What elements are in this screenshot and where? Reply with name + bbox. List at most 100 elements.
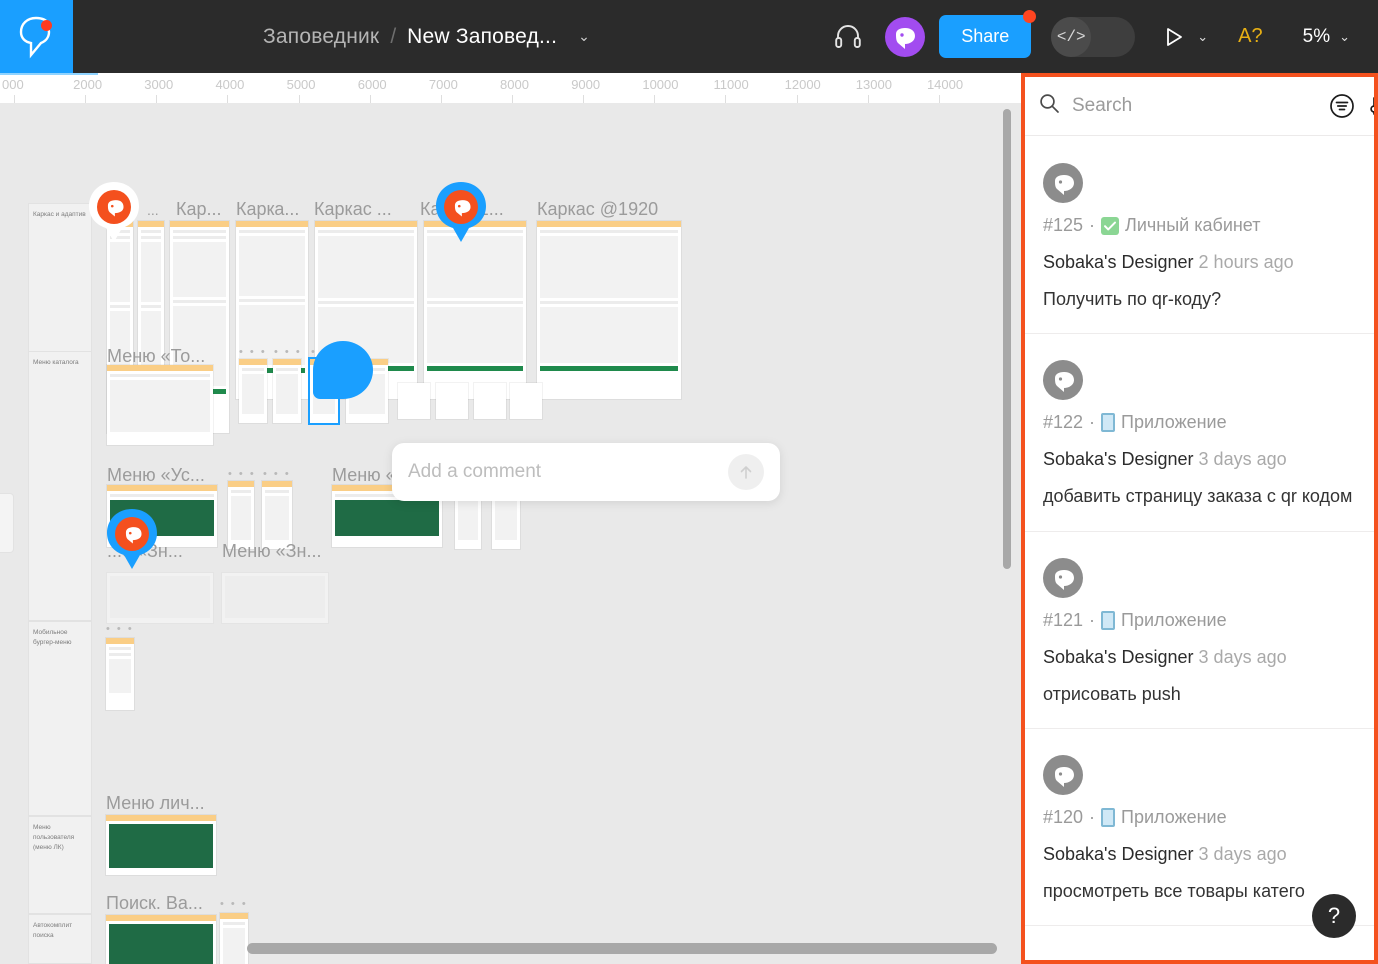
artboard-thumbnail[interactable] xyxy=(106,815,216,875)
ruler-tick-mark xyxy=(227,95,229,103)
user-avatar[interactable] xyxy=(885,16,926,57)
avatar-dog-icon xyxy=(896,27,916,49)
frame-dots-icon: • • • xyxy=(220,898,248,910)
avatar-dog-icon xyxy=(1055,372,1074,393)
zoom-control[interactable]: 5% ⌄ xyxy=(1303,26,1350,48)
sliders-icon[interactable] xyxy=(1367,94,1374,118)
left-panel-handle[interactable] xyxy=(0,493,14,553)
comment-item[interactable]: #125 · Личный кабинет Sobaka's Designer 2 h… xyxy=(1025,137,1374,335)
comment-avatar xyxy=(1043,754,1083,795)
board-title[interactable]: ... xyxy=(147,202,159,218)
avatar-dog-icon xyxy=(454,200,471,217)
avatar-dog-icon xyxy=(1055,766,1074,787)
comment-pin[interactable] xyxy=(87,181,141,243)
ruler-tick-label: 14000 xyxy=(926,77,964,92)
comment-time: 3 days ago xyxy=(1198,449,1287,470)
artboard-thumbnail[interactable] xyxy=(228,481,254,549)
comment-item[interactable]: #121 · Приложение Sobaka's Designer 3 days … xyxy=(1025,532,1374,729)
ruler-tick-mark xyxy=(156,95,158,103)
add-comment-placeholder[interactable]: Add a comment xyxy=(408,461,728,483)
board-title[interactable]: Кар... xyxy=(176,199,222,220)
artboard-thumbnail[interactable] xyxy=(262,481,292,549)
vertical-scrollbar-thumb[interactable] xyxy=(1003,109,1011,569)
comment-author-line: Sobaka's Designer 3 days ago xyxy=(1043,647,1356,668)
board-title[interactable]: Меню лич... xyxy=(106,793,205,814)
search-input[interactable] xyxy=(1072,95,1317,117)
artboard-thumbnail-faded[interactable] xyxy=(107,573,213,623)
section-label: Автокомплит поиска xyxy=(33,922,73,939)
artboard-thumbnail[interactable] xyxy=(107,365,213,445)
comment-item[interactable]: #122 · Приложение Sobaka's Designer 3 days … xyxy=(1025,334,1374,532)
board-title[interactable]: Каркa... xyxy=(236,199,299,220)
board-title[interactable]: Меню «Зн... xyxy=(222,541,321,562)
comments-list[interactable]: #125 · Личный кабинет Sobaka's Designer 2 h… xyxy=(1025,137,1374,960)
comment-board-name: Личный кабинет xyxy=(1125,215,1261,235)
comment-meta: #121 · Приложение xyxy=(1043,610,1356,631)
help-button[interactable]: ? xyxy=(1312,894,1356,938)
ruler-tick-mark xyxy=(512,95,514,103)
artboard-thumbnail-faded[interactable] xyxy=(222,573,328,623)
board-title[interactable]: Меню «То... xyxy=(107,346,205,367)
share-button-label: Share xyxy=(961,26,1010,46)
sort-filter-icon[interactable] xyxy=(1329,93,1355,119)
artboard-thumbnail[interactable] xyxy=(220,913,248,964)
avatar-dog-icon xyxy=(1055,569,1074,590)
breadcrumb-current[interactable]: New Заповед... xyxy=(407,25,557,49)
design-canvas[interactable]: Каркас и адаптив Меню каталога Мобильное… xyxy=(0,103,1021,964)
send-comment-button[interactable] xyxy=(728,454,764,490)
comment-time: 3 days ago xyxy=(1198,646,1287,667)
comment-pin-avatar xyxy=(444,190,478,224)
board-title[interactable]: Поиск. Ва... xyxy=(106,893,203,914)
comment-body: добавить страницу заказа с qr кодом xyxy=(1043,486,1353,507)
chevron-down-icon[interactable]: ⌄ xyxy=(578,28,590,45)
accessibility-button[interactable]: A? xyxy=(1238,25,1262,48)
breadcrumb: Заповедник / New Заповед... ⌄ xyxy=(263,0,590,73)
artboard-thumbnail[interactable] xyxy=(436,383,468,419)
comments-search-bar xyxy=(1025,77,1374,136)
board-title[interactable]: Меню «Ус... xyxy=(107,465,205,486)
artboard-thumbnail[interactable] xyxy=(510,383,542,419)
ruler-tick-mark xyxy=(938,95,940,103)
phone-chip-icon xyxy=(1101,807,1116,827)
vertical-scrollbar[interactable] xyxy=(1001,109,1013,669)
headset-button[interactable] xyxy=(821,0,875,73)
comment-pin-selected[interactable] xyxy=(313,341,373,399)
board-title[interactable]: Каркас @1920 xyxy=(537,199,658,220)
artboard-thumbnail[interactable] xyxy=(537,221,681,399)
section-label: Меню пользователя (меню ЛК) xyxy=(33,824,75,851)
comment-pin[interactable] xyxy=(434,181,488,243)
breadcrumb-separator: / xyxy=(390,24,397,48)
board-title[interactable]: Каркас ... xyxy=(314,199,392,220)
speech-bubble-logo-icon xyxy=(15,15,59,59)
share-button[interactable]: Share xyxy=(939,10,1037,58)
chevron-down-icon[interactable]: ⌄ xyxy=(1339,29,1350,45)
artboard-thumbnail[interactable] xyxy=(106,638,134,710)
comment-board-name: Приложение xyxy=(1121,412,1227,433)
comment-pin[interactable] xyxy=(105,508,159,570)
horizontal-scrollbar-thumb[interactable] xyxy=(247,943,997,954)
chevron-down-icon[interactable]: ⌄ xyxy=(1197,29,1208,45)
section-menu-kataloga[interactable] xyxy=(28,351,92,621)
avatar-dog-icon xyxy=(107,200,124,217)
ruler-highlight xyxy=(0,73,98,75)
app-logo-button[interactable] xyxy=(0,0,73,73)
breadcrumb-parent[interactable]: Заповедник xyxy=(263,25,379,49)
artboard-thumbnail[interactable] xyxy=(424,221,526,399)
section-label: Мобильное бургер-меню xyxy=(33,629,72,646)
ruler-tick-label: 12000 xyxy=(784,77,821,92)
artboard-thumbnail[interactable] xyxy=(398,383,430,419)
add-comment-popup[interactable]: Add a comment xyxy=(392,443,780,501)
comment-author: Sobaka's Designer xyxy=(1043,646,1194,667)
ruler-tick-mark xyxy=(796,95,798,103)
ruler-tick-mark xyxy=(725,95,727,103)
artboard-thumbnail[interactable] xyxy=(273,359,301,423)
artboard-thumbnail[interactable] xyxy=(106,915,216,964)
check-chip-icon xyxy=(1101,216,1120,235)
comment-time: 3 days ago xyxy=(1198,843,1287,864)
present-button[interactable]: ⌄ xyxy=(1162,25,1208,49)
comment-meta: #120 · Приложение xyxy=(1043,807,1356,828)
artboard-thumbnail[interactable] xyxy=(239,359,267,423)
artboard-thumbnail[interactable] xyxy=(474,383,506,419)
code-view-toggle[interactable]: </> xyxy=(1051,16,1136,57)
frame-dots-icon: • • • xyxy=(263,468,291,480)
